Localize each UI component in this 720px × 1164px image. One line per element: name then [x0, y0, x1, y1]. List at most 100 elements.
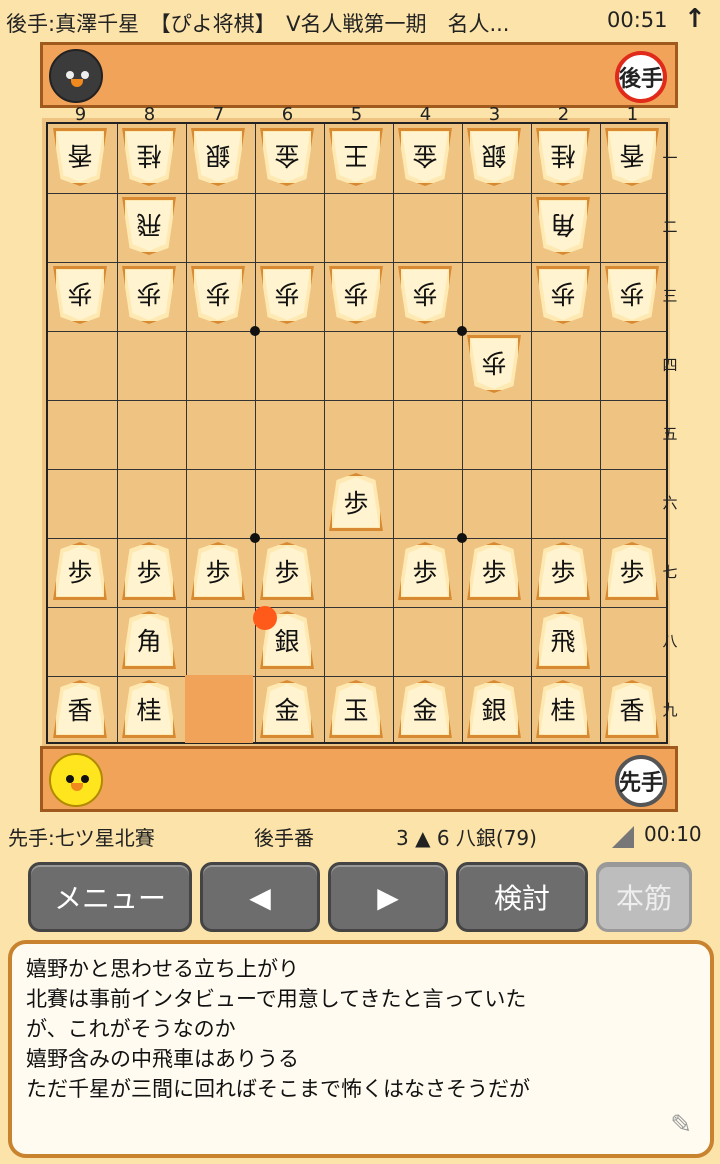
sente-piece[interactable]: 桂	[122, 680, 176, 738]
rank-label: 六	[662, 493, 678, 512]
file-label: 6	[281, 104, 294, 125]
grid-line	[48, 262, 666, 263]
rank-label: 五	[662, 424, 678, 443]
star-point	[457, 533, 467, 543]
sente-piece[interactable]: 歩	[536, 542, 590, 600]
rank-label: 三	[662, 286, 678, 305]
file-label: 3	[488, 104, 501, 125]
grid-line	[255, 124, 256, 742]
file-label: 5	[350, 104, 363, 125]
grid-line	[48, 607, 666, 608]
sente-piece[interactable]: 金	[260, 680, 314, 738]
menu-button[interactable]: メニュー	[28, 862, 192, 932]
gote-piece[interactable]: 角	[536, 197, 590, 255]
gote-piece[interactable]: 歩	[329, 266, 383, 324]
last-move-origin	[185, 675, 253, 743]
game-title: 後手:真澤千星 【ぴよ将棋】 V名人戦第一期 名人...	[6, 12, 510, 36]
grid-line	[462, 124, 463, 742]
sente-piece[interactable]: 歩	[191, 542, 245, 600]
sente-player-name: 先手:七ツ星北賽	[8, 826, 155, 850]
sente-piece[interactable]: 銀	[467, 680, 521, 738]
gote-piece[interactable]: 桂	[122, 128, 176, 186]
pencil-icon[interactable]: ✎	[670, 1110, 692, 1140]
sente-piece[interactable]: 歩	[122, 542, 176, 600]
star-point	[457, 326, 467, 336]
grid-line	[48, 469, 666, 470]
comment-line: 北賽は事前インタビューで用意してきたと言っていた	[26, 987, 527, 1011]
grid-line	[600, 124, 601, 742]
top-bar: 後手:真澤千星 【ぴよ将棋】 V名人戦第一期 名人... 00:51 ↑	[0, 0, 720, 42]
grid-line	[48, 676, 666, 677]
gote-piece[interactable]: 歩	[467, 335, 521, 393]
gote-piece[interactable]: 歩	[398, 266, 452, 324]
sente-piece[interactable]: 角	[122, 611, 176, 669]
mainline-button[interactable]: 本筋	[596, 862, 692, 932]
gote-piece[interactable]: 香	[605, 128, 659, 186]
comment-line: 嬉野かと思わせる立ち上がり	[26, 957, 299, 981]
sente-piece[interactable]: 歩	[329, 473, 383, 531]
gote-piece-stand[interactable]: 後手	[40, 42, 678, 108]
rank-label: 二	[662, 217, 678, 236]
sente-piece-stand[interactable]: 先手	[40, 746, 678, 812]
gote-piece[interactable]: 桂	[536, 128, 590, 186]
gote-piece[interactable]: 歩	[122, 266, 176, 324]
gote-piece[interactable]: 香	[53, 128, 107, 186]
sente-clock: 00:10	[644, 822, 702, 846]
sente-piece[interactable]: 歩	[605, 542, 659, 600]
gote-piece[interactable]: 歩	[53, 266, 107, 324]
grid-line	[324, 124, 325, 742]
grid-line	[48, 331, 666, 332]
gote-piece[interactable]: 飛	[122, 197, 176, 255]
file-label: 7	[212, 104, 225, 125]
gote-piece[interactable]: 王	[329, 128, 383, 186]
yellow-chick-icon	[49, 753, 103, 807]
prev-move-button[interactable]: ◀	[200, 862, 320, 932]
gote-clock: 00:51	[607, 8, 668, 32]
grid-line	[186, 124, 187, 742]
star-point	[250, 326, 260, 336]
resize-corner-icon	[612, 826, 634, 848]
turn-indicator: 後手番	[254, 826, 314, 850]
rank-label: 九	[662, 700, 678, 719]
gote-piece[interactable]: 金	[260, 128, 314, 186]
sente-piece[interactable]: 歩	[467, 542, 521, 600]
sente-piece[interactable]: 歩	[53, 542, 107, 600]
grid-line	[531, 124, 532, 742]
gote-piece[interactable]: 金	[398, 128, 452, 186]
sente-piece[interactable]: 玉	[329, 680, 383, 738]
gote-piece[interactable]: 銀	[191, 128, 245, 186]
rank-label: 八	[662, 631, 678, 650]
gote-piece[interactable]: 歩	[191, 266, 245, 324]
sente-piece[interactable]: 金	[398, 680, 452, 738]
last-move-marker	[253, 606, 277, 630]
file-label: 9	[74, 104, 87, 125]
grid-line	[48, 538, 666, 539]
gote-piece[interactable]: 歩	[260, 266, 314, 324]
gote-piece[interactable]: 歩	[536, 266, 590, 324]
comment-line: ただ千星が三間に回ればそこまで怖くはなさそうだが	[26, 1077, 530, 1101]
gote-piece[interactable]: 歩	[605, 266, 659, 324]
last-move: 3 ▲ 6 八銀(79)	[396, 826, 537, 850]
file-label: 8	[143, 104, 156, 125]
sente-piece[interactable]: 香	[53, 680, 107, 738]
analyze-button[interactable]: 検討	[456, 862, 588, 932]
sente-badge: 先手	[615, 755, 667, 807]
sente-piece[interactable]: 歩	[260, 542, 314, 600]
grid-line	[48, 400, 666, 401]
sente-piece[interactable]: 飛	[536, 611, 590, 669]
star-point	[250, 533, 260, 543]
grid-line	[48, 193, 666, 194]
grid-line	[393, 124, 394, 742]
shogi-board[interactable]: 香桂銀金王金銀桂香飛角歩歩歩歩歩歩歩歩歩歩歩歩歩歩歩歩歩歩角銀飛香桂金玉金銀桂香	[42, 118, 670, 746]
gote-piece[interactable]: 銀	[467, 128, 521, 186]
next-move-button[interactable]: ▶	[328, 862, 448, 932]
rank-label: 七	[662, 562, 678, 581]
rank-label: 一	[662, 148, 678, 167]
grid-line	[117, 124, 118, 742]
sente-piece[interactable]: 桂	[536, 680, 590, 738]
comment-box[interactable]: 嬉野かと思わせる立ち上がり 北賽は事前インタビューで用意してきたと言っていた が…	[8, 940, 714, 1158]
gote-badge: 後手	[615, 51, 667, 103]
arrow-up-icon[interactable]: ↑	[684, 4, 706, 34]
sente-piece[interactable]: 歩	[398, 542, 452, 600]
sente-piece[interactable]: 香	[605, 680, 659, 738]
